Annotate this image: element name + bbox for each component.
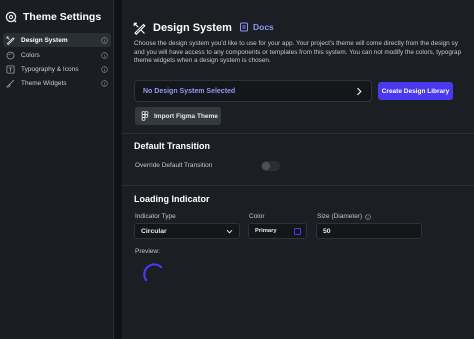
sidebar-item-typography[interactable]: Typography & Icons [3, 62, 111, 76]
info-icon[interactable] [101, 51, 108, 59]
size-label: Size (Diameter) [317, 213, 371, 220]
pencil-ruler-icon [133, 22, 146, 35]
typography-icon [6, 64, 15, 74]
preview-label: Preview: [135, 248, 160, 255]
size-value: 50 [323, 227, 331, 235]
indicator-type-dropdown[interactable]: Circular [134, 223, 240, 239]
size-input[interactable]: 50 [316, 223, 422, 239]
sidebar: Theme Settings Design System Colors Typo… [0, 0, 114, 339]
default-transition-title: Default Transition [134, 141, 211, 151]
design-system-description: Choose the design system you'd like to u… [134, 40, 474, 66]
theme-settings-icon [5, 11, 17, 23]
info-icon[interactable] [101, 36, 108, 44]
indicator-type-value: Circular [141, 227, 167, 235]
main-panel: Design System Docs Choose the design sys… [122, 0, 474, 339]
chevron-right-icon [357, 87, 362, 96]
sidebar-item-design-system[interactable]: Design System [3, 33, 111, 47]
color-value: Primary [255, 228, 277, 234]
info-icon[interactable] [101, 79, 108, 87]
loading-indicator-title: Loading Indicator [134, 194, 210, 204]
docs-link[interactable]: Docs [239, 22, 274, 32]
color-label: Color [249, 213, 265, 220]
sidebar-header: Theme Settings [5, 9, 101, 25]
description-line: theme widgets when a design system is ch… [134, 57, 271, 65]
docs-label: Docs [253, 22, 274, 32]
loading-spinner-preview [143, 263, 163, 282]
design-system-dropdown[interactable]: No Design System Selected [134, 80, 372, 102]
size-label-text: Size (Diameter) [317, 213, 363, 220]
sidebar-item-theme-widgets[interactable]: Theme Widgets [3, 76, 111, 90]
pencil-ruler-icon [6, 35, 15, 45]
sidebar-item-label: Design System [21, 36, 68, 44]
info-icon[interactable] [101, 65, 108, 73]
override-transition-label: Override Default Transition [135, 162, 213, 169]
panel-gutter [114, 0, 122, 339]
design-system-selected-value: No Design System Selected [143, 87, 236, 95]
color-swatch [294, 228, 301, 235]
sidebar-item-colors[interactable]: Colors [3, 48, 111, 62]
chevron-down-icon [226, 229, 233, 234]
palette-icon [6, 51, 15, 59]
section-divider [122, 185, 474, 186]
override-transition-toggle[interactable] [261, 161, 280, 171]
color-label-text: Color [249, 213, 265, 220]
import-figma-theme-button[interactable]: Import Figma Theme [135, 107, 221, 125]
sidebar-item-label: Theme Widgets [21, 79, 67, 87]
section-divider [122, 133, 474, 134]
sidebar-item-label: Typography & Icons [21, 65, 79, 73]
toggle-knob [262, 162, 270, 170]
create-design-library-button[interactable]: Create Design Library [378, 82, 453, 100]
sidebar-title: Theme Settings [23, 11, 102, 23]
sidebar-item-label: Colors [21, 51, 40, 59]
description-line: and you will have access to any componen… [134, 48, 462, 56]
indicator-type-label: Indicator Type [135, 213, 176, 220]
description-line: Choose the design system you'd like to u… [134, 40, 458, 47]
color-picker[interactable]: Primary [248, 223, 307, 239]
brush-icon [6, 79, 15, 87]
indicator-type-label-text: Indicator Type [135, 213, 176, 220]
info-icon[interactable] [365, 213, 371, 220]
page-header: Design System [133, 20, 232, 36]
page-title: Design System [153, 22, 232, 34]
figma-icon [141, 111, 149, 121]
document-icon [240, 22, 248, 32]
import-figma-theme-label: Import Figma Theme [154, 112, 218, 120]
